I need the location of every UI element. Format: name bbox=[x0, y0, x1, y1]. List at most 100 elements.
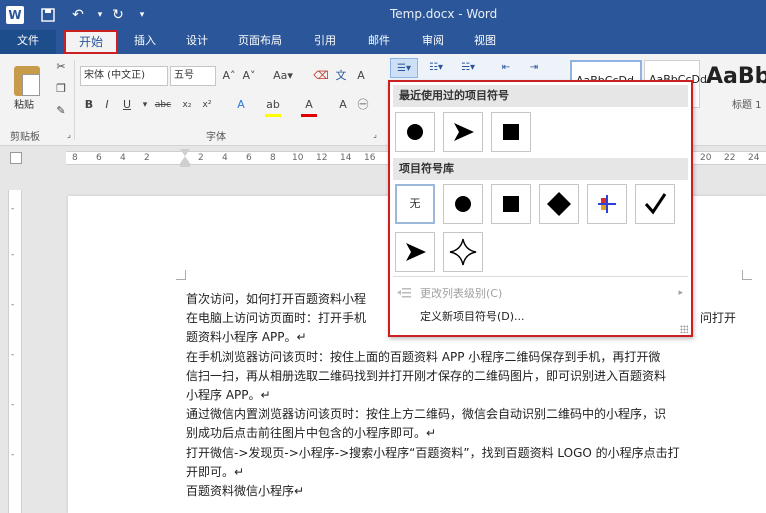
italic-icon[interactable]: I bbox=[98, 96, 116, 114]
grow-font-icon[interactable]: A˄ bbox=[220, 67, 238, 85]
change-case-icon[interactable]: Aa▾ bbox=[270, 67, 296, 85]
shrink-font-icon[interactable]: A˅ bbox=[240, 67, 258, 85]
subscript-icon[interactable]: x₂ bbox=[178, 96, 196, 114]
title-bar: W ↶ ▾ ↻ ▾ Temp.docx - Word bbox=[0, 0, 766, 30]
increase-indent-button[interactable]: ⇥ bbox=[520, 58, 548, 78]
library-diamond-bullet[interactable] bbox=[539, 184, 579, 224]
circle-bullet-icon bbox=[455, 196, 471, 212]
vruler-number: - bbox=[11, 450, 15, 460]
character-shading-icon[interactable]: A bbox=[334, 96, 352, 114]
group-divider bbox=[74, 60, 75, 140]
tab-review[interactable]: 审阅 bbox=[416, 30, 450, 54]
cut-icon[interactable]: ✂ bbox=[52, 58, 70, 76]
ruler-number: 6 bbox=[96, 153, 102, 163]
numbering-button[interactable]: ☷▾ bbox=[422, 58, 450, 78]
font-color-icon[interactable]: A bbox=[300, 96, 318, 114]
ruler-number: 16 bbox=[364, 153, 376, 163]
library-arrow-bullet[interactable] bbox=[395, 232, 435, 272]
highlight-color-icon[interactable]: ab bbox=[264, 96, 282, 114]
margin-corner bbox=[742, 270, 752, 280]
ruler-number: 4 bbox=[120, 153, 126, 163]
library-cross-star-bullet[interactable] bbox=[587, 184, 627, 224]
phonetic-guide-icon[interactable]: 文 bbox=[332, 67, 350, 85]
document-line: 打开微信->发现页->小程序->搜索小程序“百题资料”，找到百题资料 LOGO … bbox=[186, 445, 680, 460]
redo-icon[interactable]: ↻ bbox=[108, 5, 128, 25]
document-line-text: 在电脑上访问访页面时：打开手机 bbox=[186, 311, 367, 326]
underline-icon[interactable]: U bbox=[118, 96, 136, 114]
vruler-number: - bbox=[11, 250, 15, 260]
library-circle-bullet[interactable] bbox=[443, 184, 483, 224]
ruler-number: 6 bbox=[246, 153, 252, 163]
tab-home[interactable]: 开始 bbox=[64, 30, 118, 54]
format-painter-icon[interactable]: ✎ bbox=[52, 102, 70, 120]
strikethrough-icon[interactable]: abc bbox=[154, 96, 172, 114]
tab-selector-icon[interactable] bbox=[10, 152, 22, 164]
clear-format-icon[interactable]: ⌫ bbox=[312, 67, 330, 85]
undo-dropdown-icon[interactable]: ▾ bbox=[90, 5, 110, 25]
superscript-icon[interactable]: x² bbox=[198, 96, 216, 114]
paragraph-list-buttons: ☰▾ ☷▾ ☵▾ ⇤ ⇥ bbox=[388, 56, 568, 80]
ruler-number: 2 bbox=[144, 153, 150, 163]
character-border-icon[interactable]: A bbox=[352, 67, 370, 85]
customize-icon[interactable]: ▾ bbox=[132, 5, 152, 25]
document-line-tail: 问打开 bbox=[700, 311, 737, 326]
square-bullet-icon bbox=[503, 124, 519, 140]
bold-icon[interactable]: B bbox=[80, 96, 98, 114]
undo-icon[interactable]: ↶ bbox=[68, 5, 88, 25]
ruler-number: 8 bbox=[270, 153, 276, 163]
square-bullet-icon bbox=[503, 196, 519, 212]
recent-circle-bullet[interactable] bbox=[395, 112, 435, 152]
vertical-ruler: - - - - - - bbox=[8, 190, 22, 513]
ribbon-tabs: 文件 开始 插入 设计 页面布局 引用 邮件 审阅 视图 bbox=[0, 30, 766, 54]
recent-square-bullet[interactable] bbox=[491, 112, 531, 152]
multilevel-list-button[interactable]: ☵▾ bbox=[454, 58, 482, 78]
change-list-level-icon bbox=[397, 288, 411, 298]
bullets-button[interactable]: ☰▾ bbox=[390, 58, 418, 78]
resize-grip-icon[interactable] bbox=[680, 325, 688, 333]
define-new-bullet-item[interactable]: 定义新项目符号(D)... bbox=[420, 308, 525, 324]
copy-icon[interactable]: ❐ bbox=[52, 80, 70, 98]
font-size-select[interactable]: 五号 bbox=[170, 66, 216, 86]
checkmark-bullet-icon bbox=[644, 193, 667, 215]
text-effects-icon[interactable]: A bbox=[232, 96, 250, 114]
tab-references[interactable]: 引用 bbox=[308, 30, 342, 54]
ruler-number: 12 bbox=[316, 153, 328, 163]
menu-separator bbox=[393, 276, 688, 277]
library-four-point-star-bullet[interactable] bbox=[443, 232, 483, 272]
ruler-number: 2 bbox=[198, 153, 204, 163]
library-checkmark-bullet[interactable] bbox=[635, 184, 675, 224]
circle-bullet-icon bbox=[407, 124, 423, 140]
decrease-indent-button[interactable]: ⇤ bbox=[492, 58, 520, 78]
save-icon[interactable] bbox=[38, 5, 58, 25]
font-launcher-icon[interactable]: ⌟ bbox=[366, 126, 384, 144]
paste-sheet-icon bbox=[22, 74, 40, 96]
tab-insert[interactable]: 插入 bbox=[128, 30, 162, 54]
tab-layout[interactable]: 页面布局 bbox=[232, 30, 288, 54]
clipboard-launcher-icon[interactable]: ⌟ bbox=[60, 126, 78, 144]
library-square-bullet[interactable] bbox=[491, 184, 531, 224]
enclose-characters-icon[interactable]: ㊀ bbox=[354, 96, 372, 114]
paste-label: 粘贴 bbox=[14, 100, 34, 111]
tab-file[interactable]: 文件 bbox=[0, 30, 56, 54]
tab-mailings[interactable]: 邮件 bbox=[362, 30, 396, 54]
clipboard-group-label: 剪贴板 bbox=[10, 132, 40, 143]
change-list-level-item: 更改列表级别(C) bbox=[420, 287, 503, 300]
document-line: 在手机浏览器访问该页时：按住上面的百题资料 APP 小程序二维码保存到手机，再打… bbox=[186, 349, 661, 364]
vruler-number: - bbox=[11, 350, 15, 360]
underline-dropdown-icon[interactable]: ▾ bbox=[136, 96, 154, 114]
style-heading-preview: AaBb bbox=[706, 64, 766, 89]
ruler-number: 14 bbox=[340, 153, 352, 163]
document-line: 小程序 APP。↵ bbox=[186, 388, 271, 403]
tab-view[interactable]: 视图 bbox=[468, 30, 502, 54]
no-bullet-option[interactable]: 无 bbox=[395, 184, 435, 224]
bullet-library-dropdown: 最近使用过的项目符号 项目符号库 无 更改列表级别(C) ▸ 定义新项目符号(D… bbox=[388, 80, 693, 337]
ruler-number: 22 bbox=[724, 153, 736, 163]
diamond-bullet-icon bbox=[547, 192, 571, 216]
font-name-select[interactable]: 宋体 (中文正) bbox=[80, 66, 168, 86]
margin-corner bbox=[176, 270, 186, 280]
vruler-number: - bbox=[11, 300, 15, 310]
font-color-bar bbox=[301, 114, 317, 117]
cross-star-bullet-icon bbox=[598, 195, 616, 213]
recent-arrow-bullet[interactable] bbox=[443, 112, 483, 152]
tab-design[interactable]: 设计 bbox=[180, 30, 214, 54]
